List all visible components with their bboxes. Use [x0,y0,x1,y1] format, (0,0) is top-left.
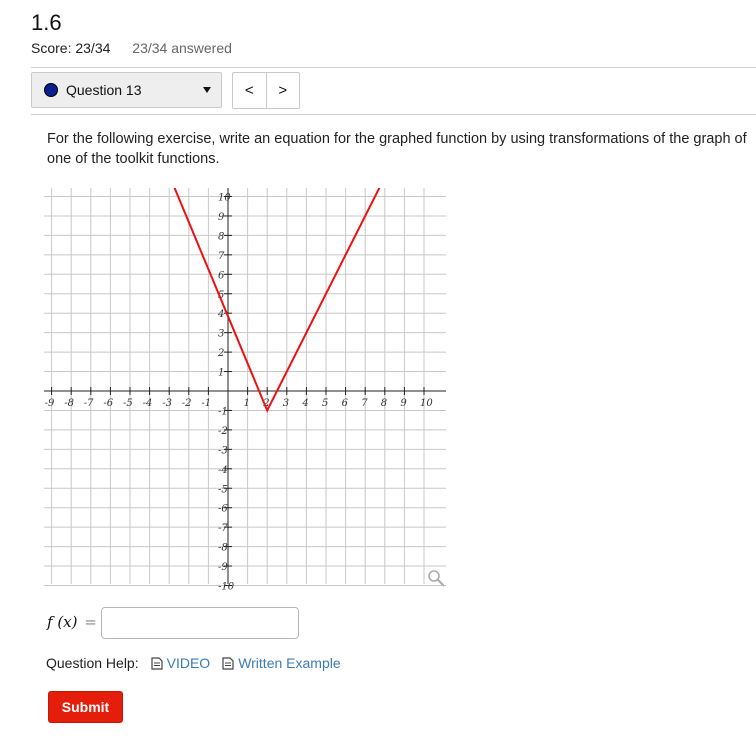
y-tick-label: 2 [217,348,224,359]
graph-series [173,188,381,413]
question-nav-group: < > [232,72,300,109]
answer-label: f (x) = [47,613,97,631]
caret-down-icon [203,87,211,93]
y-tick-label: -9 [218,562,228,573]
x-tick-label: -5 [123,398,133,409]
magnifier-icon[interactable] [428,570,445,587]
function-line [173,188,381,413]
written-example-link[interactable]: Written Example [222,655,341,671]
page-title: 1.6 [31,10,62,35]
question-select[interactable]: Question 13 [31,72,222,108]
question-help: Question Help: VIDEO Written Example [46,655,341,671]
y-tick-label: 8 [218,231,224,242]
x-tick-label: 7 [361,398,368,409]
x-tick-label: -6 [103,398,113,409]
y-tick-label: 3 [218,329,224,340]
x-tick-label: -3 [162,398,172,409]
x-tick-label: 10 [420,398,433,409]
x-tick-label: -7 [84,398,94,409]
video-link[interactable]: VIDEO [151,655,211,671]
x-tick-label: -9 [45,398,55,409]
y-tick-label: 1 [218,368,224,379]
graph-grid [44,188,446,586]
x-tick-label: 3 [283,398,289,409]
score-text: Score: 23/34 [31,40,111,56]
answer-input[interactable] [101,607,299,639]
x-tick-label: -2 [182,398,192,409]
x-tick-label: 1 [244,398,250,409]
answer-function-label: f (x) [47,613,78,631]
previous-question-button[interactable]: < [233,73,266,108]
divider-top [31,67,756,68]
y-tick-label: -6 [218,504,228,515]
y-tick-label: 10 [218,193,231,204]
x-tick-label: 9 [400,398,407,409]
x-tick-label: 5 [322,398,328,409]
y-tick-label: -3 [218,445,228,456]
y-tick-label: 4 [217,309,224,320]
y-tick-label: 9 [218,212,225,223]
question-prompt: For the following exercise, write an equ… [47,131,747,167]
question-status-dot [44,83,58,97]
y-tick-label: -10 [218,582,235,591]
x-tick-label: -8 [64,398,74,409]
y-tick-label: -4 [218,465,228,476]
x-tick-label: 6 [342,398,349,409]
y-tick-label: -7 [218,523,228,534]
y-tick-label: 7 [218,251,225,262]
x-tick-label: -1 [201,398,211,409]
y-tick-label: -2 [218,426,228,437]
y-tick-label: -8 [218,543,228,554]
written-example-link-label: Written Example [238,655,341,671]
document-icon [222,656,234,670]
answer-equals: = [84,613,97,631]
question-select-label: Question 13 [66,82,142,98]
divider-bottom [31,114,756,115]
next-question-button[interactable]: > [265,73,300,108]
document-icon [151,656,163,670]
function-graph: 10-9-8-7-6-5-4-3-2-112345678910109876543… [38,188,446,591]
x-tick-label: 4 [301,398,308,409]
x-tick-label: -4 [143,398,153,409]
x-tick-label: 8 [381,398,387,409]
question-help-label: Question Help: [46,655,139,671]
score-line: Score: 23/34 23/34 answered [31,40,232,56]
y-tick-label: -1 [218,406,228,417]
video-link-label: VIDEO [166,655,211,671]
answered-count: 23/34 answered [132,40,232,56]
submit-button[interactable]: Submit [48,691,123,723]
y-tick-label: 6 [218,270,225,281]
y-tick-label: -5 [218,484,228,495]
